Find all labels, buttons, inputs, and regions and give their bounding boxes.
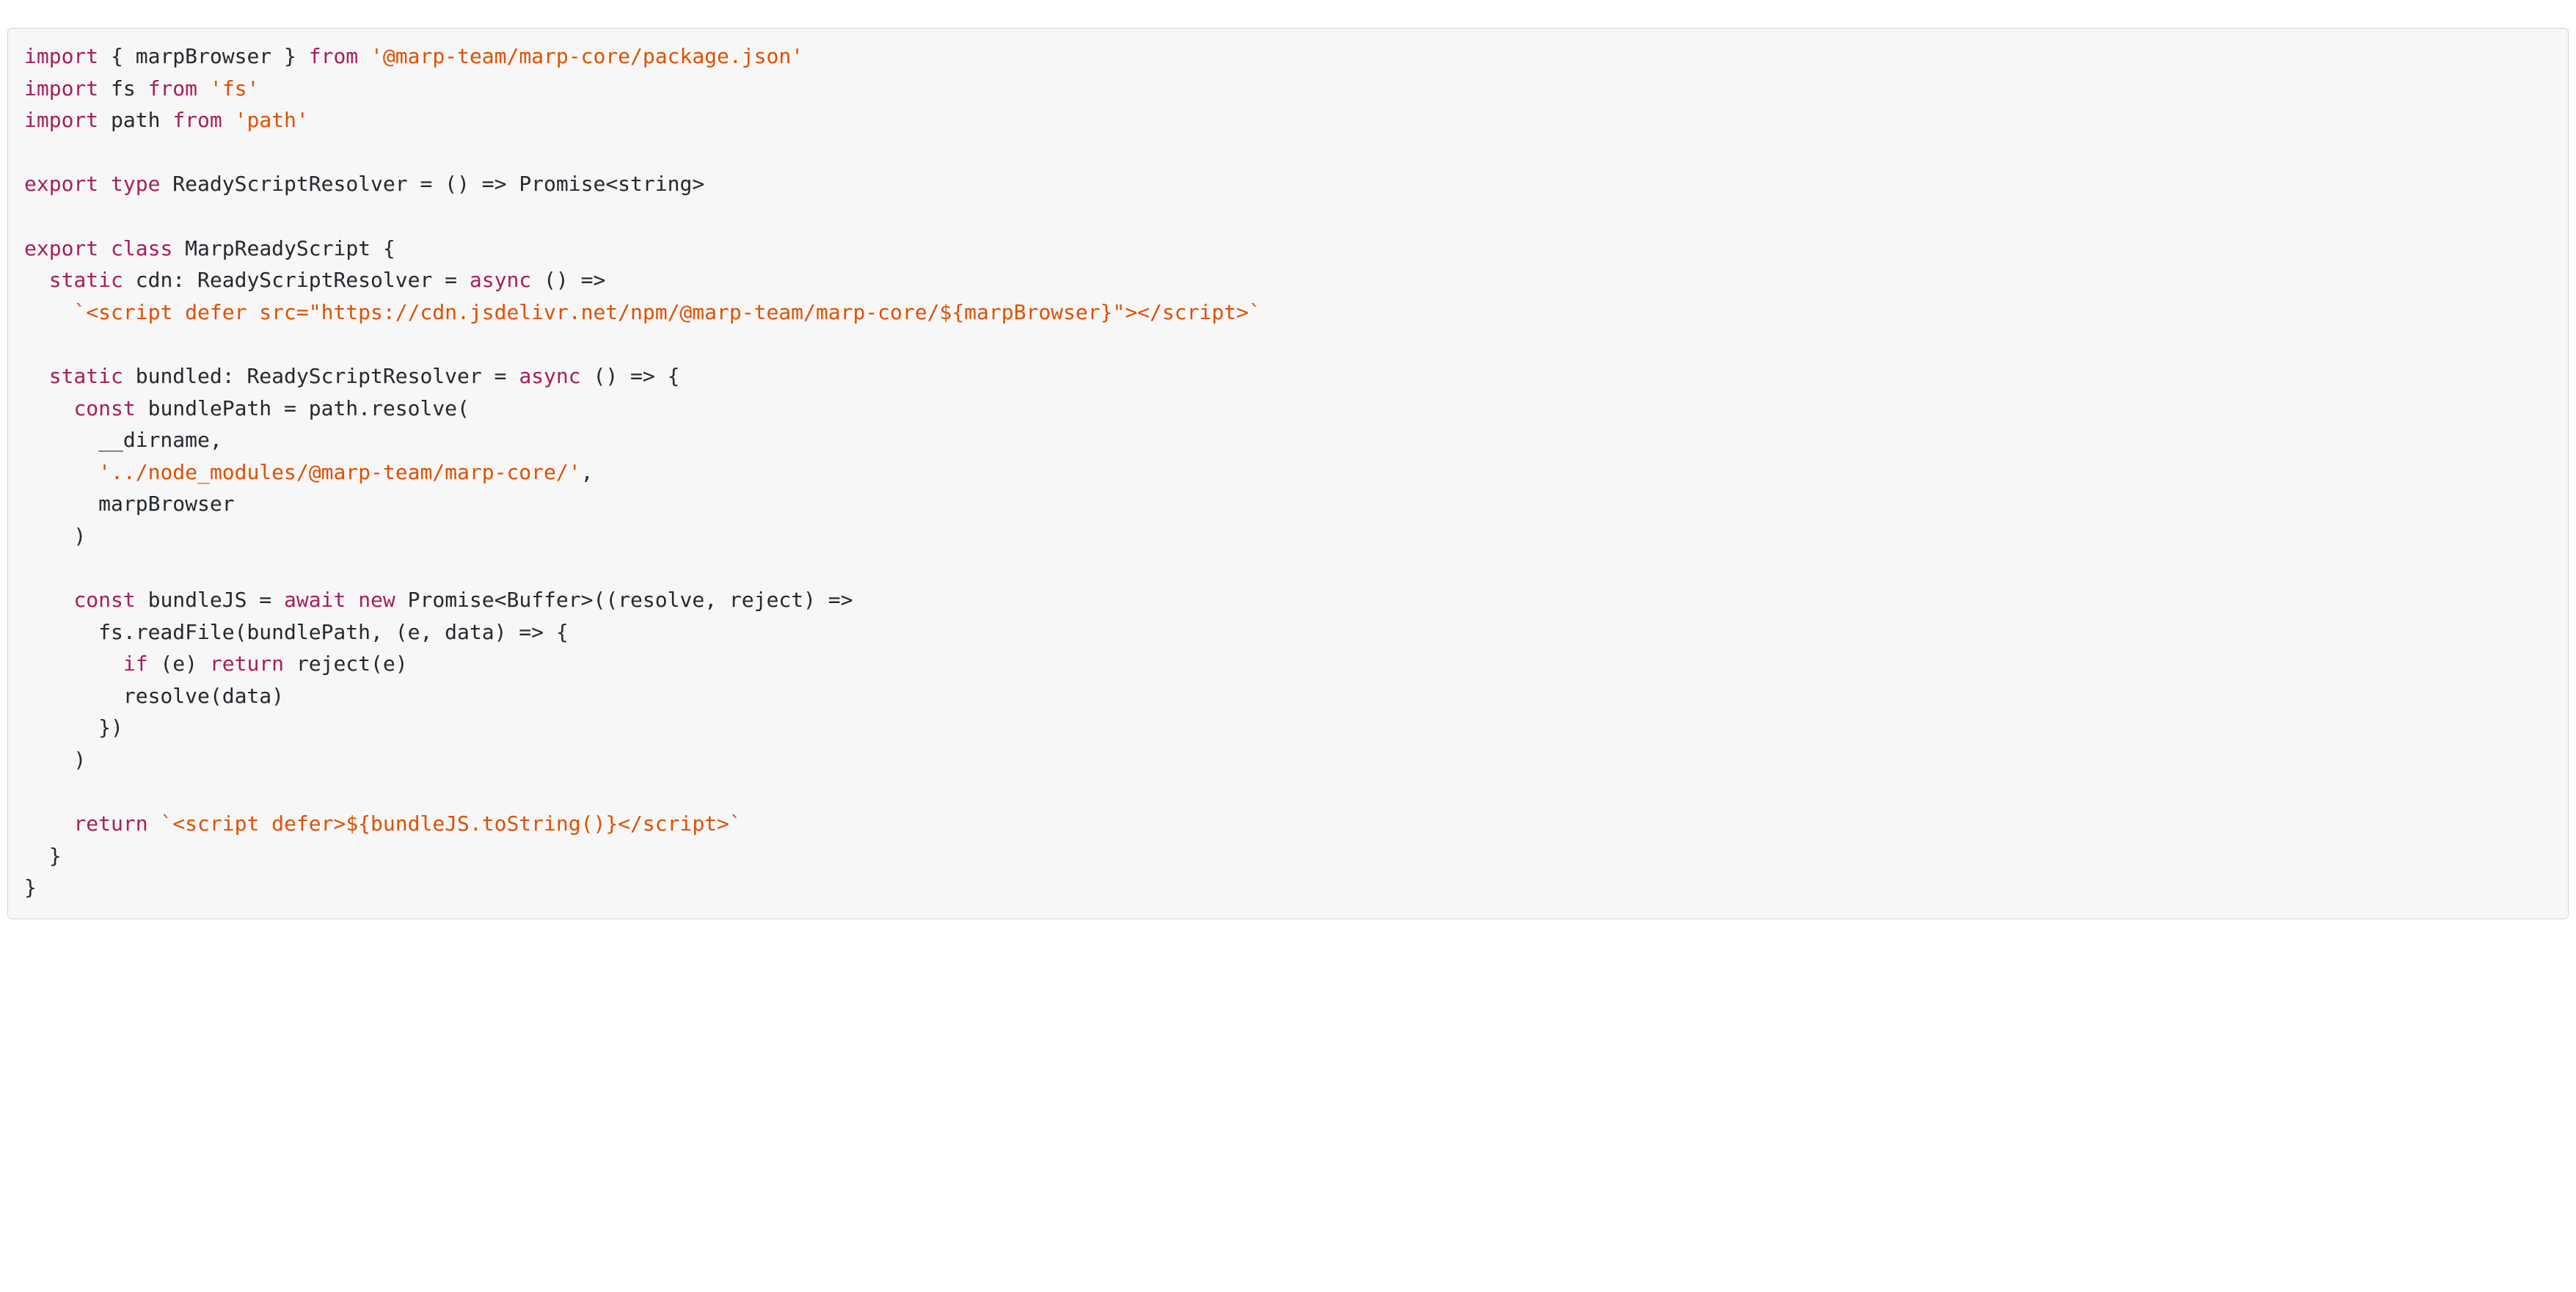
token-kw: static [49, 268, 123, 292]
token-plain: MarpReadyScript { [172, 236, 395, 260]
token-plain [24, 811, 73, 836]
token-str: `<script defer>${bundleJS.toString()}</s… [160, 811, 741, 836]
token-plain: , [581, 460, 594, 484]
token-plain: cdn: ReadyScriptResolver = [123, 268, 470, 292]
token-plain [358, 44, 371, 68]
token-str: 'fs' [210, 76, 259, 101]
token-kw: static [49, 364, 123, 388]
token-str: '../node_modules/@marp-team/marp-core/' [98, 460, 580, 484]
token-plain: bundled: ReadyScriptResolver = [123, 364, 519, 388]
token-plain: (e) [148, 652, 210, 676]
token-kw: from [172, 108, 222, 132]
token-plain: reject(e) [284, 652, 408, 676]
code-block: import { marpBrowser } from '@marp-team/… [7, 28, 2569, 919]
token-plain: __dirname, [24, 428, 222, 452]
token-plain: bundleJS = [136, 588, 284, 612]
token-kw: export [24, 172, 98, 196]
token-kw: from [309, 44, 358, 68]
token-plain [197, 76, 210, 101]
token-plain [98, 236, 111, 260]
token-kw: if [123, 652, 148, 676]
token-str: 'path' [235, 108, 309, 132]
token-plain: } [24, 875, 37, 899]
token-plain: } [24, 844, 62, 868]
token-kw: class [111, 236, 172, 260]
token-kw: async [519, 364, 580, 388]
token-kw: export [24, 236, 98, 260]
token-plain: resolve(data) [24, 684, 284, 708]
token-plain [24, 460, 98, 484]
token-plain: Promise<Buffer>((resolve, reject) => [395, 588, 853, 612]
token-plain [24, 588, 73, 612]
token-plain: }) [24, 715, 123, 740]
token-plain: bundlePath = path.resolve( [136, 396, 470, 420]
token-plain [222, 108, 235, 132]
token-plain: ReadyScriptResolver = () => Promise<stri… [160, 172, 704, 196]
token-kw: from [148, 76, 197, 101]
token-kw: const [73, 588, 135, 612]
token-kw: return [210, 652, 284, 676]
token-plain [346, 588, 358, 612]
token-kw: const [73, 396, 135, 420]
token-plain: ) [24, 748, 86, 772]
token-plain [148, 811, 161, 836]
token-plain: () => { [581, 364, 680, 388]
token-plain [98, 172, 111, 196]
token-kw: type [111, 172, 160, 196]
token-str: '@marp-team/marp-core/package.json' [371, 44, 803, 68]
token-kw: await [284, 588, 346, 612]
token-plain: fs.readFile(bundlePath, (e, data) => { [24, 620, 569, 644]
token-plain: marpBrowser [24, 492, 235, 516]
token-kw: return [73, 811, 147, 836]
token-kw: import [24, 108, 98, 132]
token-plain [24, 364, 49, 388]
token-kw: import [24, 76, 98, 101]
token-plain: { marpBrowser } [98, 44, 309, 68]
token-plain [24, 268, 49, 292]
token-plain [24, 652, 123, 676]
token-plain: ) [24, 524, 86, 548]
token-plain: path [98, 108, 172, 132]
code-content: import { marpBrowser } from '@marp-team/… [24, 44, 1261, 899]
token-plain: () => [531, 268, 605, 292]
token-plain [24, 396, 73, 420]
token-kw: import [24, 44, 98, 68]
token-plain [24, 300, 73, 324]
token-kw: async [470, 268, 531, 292]
token-str: `<script defer src="https://cdn.jsdelivr… [73, 300, 1260, 324]
token-kw: new [358, 588, 395, 612]
token-plain: fs [98, 76, 147, 101]
